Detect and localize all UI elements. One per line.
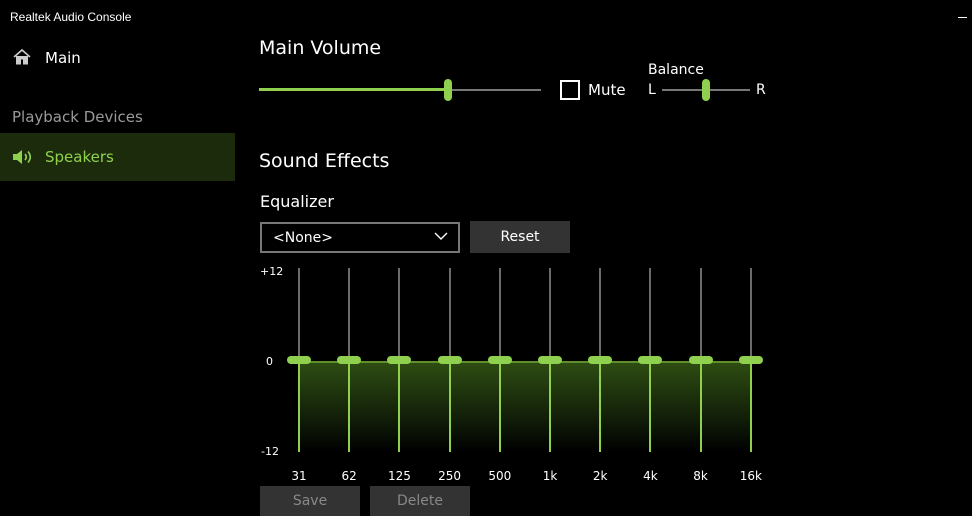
- equalizer-graph: +12 0 -12 31 62 125 250 500 1k 2k 4k 8k 16k: [235, 262, 972, 492]
- eq-band-frequency-label: 1k: [542, 469, 558, 483]
- eq-band-frequency-label: 2k: [592, 469, 608, 483]
- main-volume-heading: Main Volume: [259, 37, 382, 59]
- nav-item-speakers-label: Speakers: [45, 148, 114, 166]
- reset-button[interactable]: Reset: [470, 221, 570, 253]
- eq-band-thumb[interactable]: [738, 356, 763, 364]
- balance-right-label: R: [756, 82, 766, 98]
- eq-band-thumb[interactable]: [337, 356, 362, 364]
- eq-band-4k[interactable]: 4k: [638, 268, 663, 483]
- eq-band-thumb[interactable]: [588, 356, 613, 364]
- eq-band-thumb[interactable]: [638, 356, 663, 364]
- eq-band-62[interactable]: 62: [337, 268, 362, 483]
- eq-band-16k[interactable]: 16k: [738, 268, 763, 483]
- eq-band-125[interactable]: 125: [387, 268, 412, 483]
- eq-band-level: [498, 360, 501, 452]
- main-volume-slider[interactable]: [259, 78, 541, 102]
- equalizer-label: Equalizer: [260, 192, 334, 211]
- eq-band-level: [699, 360, 702, 452]
- eq-band-thumb[interactable]: [487, 356, 512, 364]
- sound-effects-heading: Sound Effects: [259, 150, 390, 172]
- equalizer-zero-line: [299, 361, 751, 363]
- eq-band-level: [549, 360, 551, 452]
- playback-devices-heading: Playback Devices: [12, 108, 143, 126]
- eq-band-level: [348, 360, 351, 452]
- home-icon: [13, 48, 31, 65]
- eq-band-frequency-label: 125: [387, 469, 411, 483]
- eq-band-level: [298, 360, 300, 452]
- mute-label: Mute: [588, 81, 626, 99]
- sidebar: Main Playback Devices Speakers: [0, 32, 235, 516]
- scale-zero-label: 0: [266, 355, 273, 368]
- eq-band-frequency-label: 250: [438, 469, 462, 483]
- scale-bottom-label: -12: [261, 445, 279, 458]
- balance-slider[interactable]: [662, 78, 750, 102]
- eq-band-level: [448, 360, 451, 452]
- balance-thumb[interactable]: [702, 79, 710, 101]
- app-title: Realtek Audio Console: [10, 10, 132, 24]
- volume-track-fill: [259, 88, 448, 91]
- eq-band-thumb[interactable]: [538, 356, 562, 364]
- eq-band-thumb[interactable]: [437, 356, 462, 364]
- eq-band-level: [649, 360, 652, 452]
- volume-thumb[interactable]: [443, 79, 452, 101]
- eq-band-250[interactable]: 250: [437, 268, 462, 483]
- eq-band-frequency-label: 8k: [693, 469, 708, 483]
- eq-band-level: [599, 360, 602, 452]
- eq-band-thumb[interactable]: [688, 356, 713, 364]
- equalizer-preset-value: <None>: [273, 230, 333, 246]
- equalizer-fill-area: [299, 362, 751, 452]
- eq-band-thumb[interactable]: [287, 356, 311, 364]
- balance-label: Balance: [648, 62, 704, 78]
- eq-band-thumb[interactable]: [387, 356, 412, 364]
- nav-item-speakers[interactable]: Speakers: [0, 133, 235, 181]
- eq-band-frequency-label: 500: [488, 469, 512, 483]
- nav-item-main[interactable]: Main: [0, 42, 235, 74]
- chevron-down-icon: [434, 232, 448, 240]
- speaker-icon: [13, 150, 32, 164]
- eq-band-frequency-label: 16k: [739, 469, 762, 483]
- nav-item-main-label: Main: [45, 49, 81, 67]
- scale-top-label: +12: [260, 265, 284, 278]
- mute-checkbox[interactable]: [560, 80, 580, 100]
- eq-band-2k[interactable]: 2k: [588, 268, 613, 483]
- balance-left-label: L: [648, 82, 656, 98]
- eq-band-31[interactable]: 31: [287, 268, 311, 483]
- equalizer-preset-dropdown[interactable]: <None>: [260, 222, 460, 253]
- eq-band-1k[interactable]: 1k: [538, 268, 562, 483]
- eq-band-level: [749, 360, 752, 452]
- eq-band-500[interactable]: 500: [487, 268, 512, 483]
- eq-band-frequency-label: 31: [291, 469, 307, 483]
- save-button[interactable]: Save: [260, 486, 360, 516]
- eq-band-frequency-label: 62: [341, 469, 357, 483]
- delete-button[interactable]: Delete: [370, 486, 470, 516]
- eq-band-frequency-label: 4k: [643, 469, 658, 483]
- main-panel: Main Volume Mute Balance L R Sound Effec…: [235, 0, 972, 516]
- eq-band-8k[interactable]: 8k: [688, 268, 713, 483]
- eq-band-level: [398, 360, 401, 452]
